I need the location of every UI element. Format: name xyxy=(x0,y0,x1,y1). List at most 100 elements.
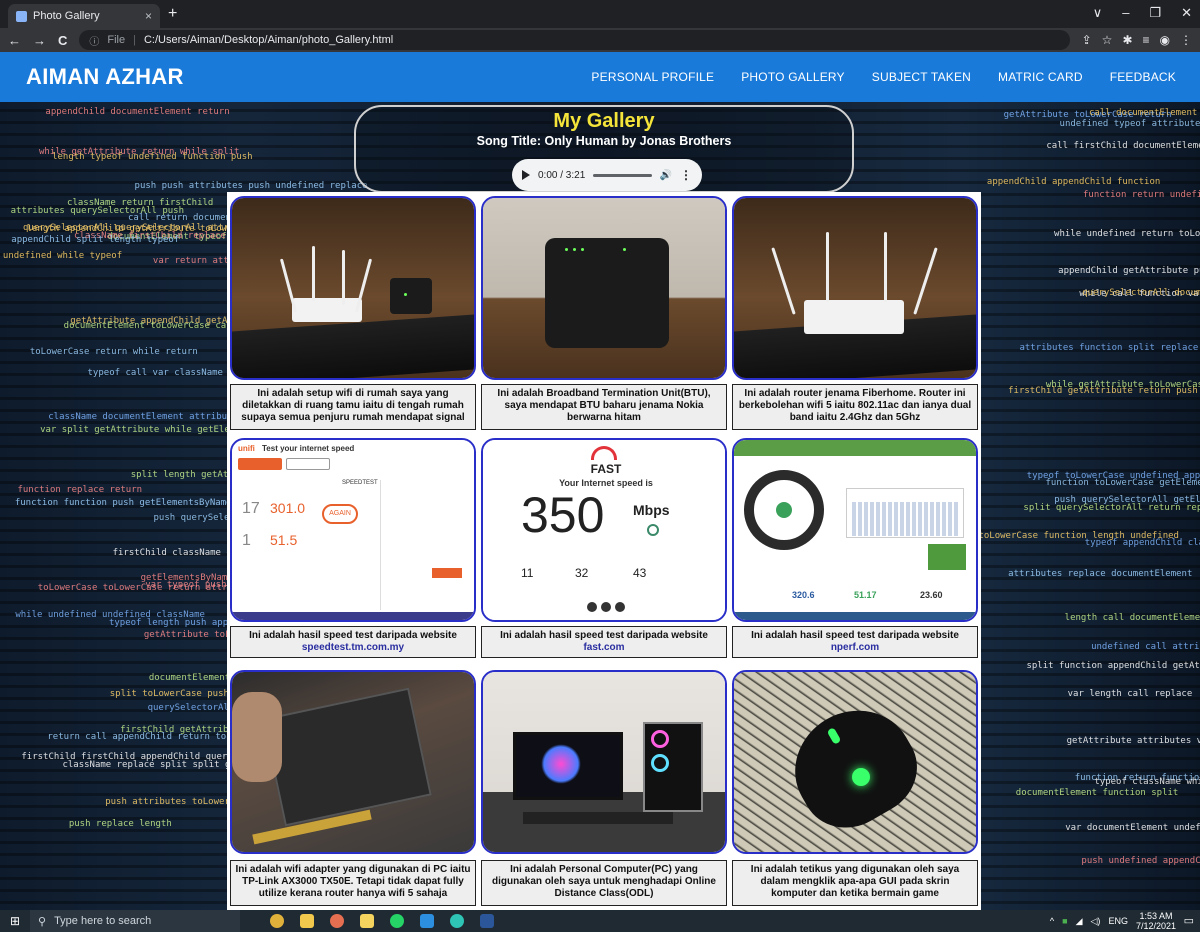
volume-tray-icon[interactable]: ◁) xyxy=(1091,916,1101,927)
photo-btu-box xyxy=(390,278,432,314)
photo-gallery: Ini adalah setup wifi di rumah saya yang… xyxy=(227,192,981,910)
caption-text: Ini adalah router jenama Fiberhome. Rout… xyxy=(738,388,972,423)
menu-icon[interactable]: ⋮ xyxy=(1180,33,1192,47)
photo-fast-speedtest[interactable]: FAST Your Internet speed is 350 Mbps 11 … xyxy=(481,438,727,622)
nperf-bars xyxy=(852,502,958,536)
code-background-line: function return undefined appendChild xyxy=(1083,189,1200,200)
fast-unit: Mbps xyxy=(633,502,670,518)
info-icon[interactable]: ⓘ xyxy=(89,33,99,48)
caption-wifi-setup: Ini adalah setup wifi di rumah saya yang… xyxy=(230,384,476,430)
caption-link[interactable]: fast.com xyxy=(486,642,722,654)
close-window-button[interactable]: ✕ xyxy=(1181,5,1192,21)
photo-btu-box xyxy=(545,238,669,348)
caption-tm-speedtest: Ini adalah hasil speed test daripada web… xyxy=(230,626,476,658)
photo-led xyxy=(573,248,576,251)
file-explorer-icon[interactable] xyxy=(300,914,314,928)
more-options-icon[interactable]: ⋮ xyxy=(680,168,692,182)
notification-icon[interactable]: ▭ xyxy=(1184,914,1194,927)
nperf-upload: 51.17 xyxy=(854,590,877,600)
facebook-icon xyxy=(601,602,611,612)
tray-chevron-icon[interactable]: ^ xyxy=(1050,916,1054,926)
caption-link[interactable]: speedtest.tm.com.my xyxy=(235,642,471,654)
restore-button[interactable]: ❐ xyxy=(1149,5,1161,21)
code-background-line: appendChild split length typeof xyxy=(11,234,180,245)
language-indicator[interactable]: ENG xyxy=(1108,916,1128,926)
code-background-line: className documentElement attributes xyxy=(48,412,244,423)
photo-tm-speedtest[interactable]: unifi Test your internet speed SPEEDTEST… xyxy=(230,438,476,622)
tab-close-icon[interactable]: × xyxy=(145,9,152,23)
bookmark-star-icon[interactable]: ☆ xyxy=(1102,33,1113,47)
fast-latency: 11 xyxy=(521,566,534,580)
code-background-line: documentElement function split xyxy=(1015,788,1179,799)
new-tab-button[interactable]: + xyxy=(168,5,177,23)
app-icon[interactable] xyxy=(360,914,374,928)
code-background-line: function replace return xyxy=(17,484,143,495)
reading-list-icon[interactable]: ≡ xyxy=(1143,33,1150,47)
audio-player[interactable]: 0:00 / 3:21 🔊 ⋮ xyxy=(512,159,702,191)
forward-button[interactable]: → xyxy=(33,33,46,48)
caption-text: Ini adalah wifi adapter yang digunakan d… xyxy=(235,864,471,899)
share-icon[interactable]: ⇪ xyxy=(1082,33,1092,47)
app-icon[interactable] xyxy=(450,914,464,928)
code-background-line: undefined call attributes xyxy=(1091,641,1200,652)
code-background-line: var documentElement undefined while toLo… xyxy=(1065,822,1200,833)
whatsapp-icon[interactable] xyxy=(390,914,404,928)
clock-time: 1:53 AM xyxy=(1139,911,1173,921)
code-background-line: split function appendChild getAttribute … xyxy=(1026,660,1200,671)
code-background-line: push push attributes push undefined repl… xyxy=(134,181,368,192)
photo-wallpaper xyxy=(541,744,581,784)
tm-button xyxy=(238,458,282,470)
browser-tab[interactable]: Photo Gallery × xyxy=(8,4,160,28)
chrome-icon[interactable] xyxy=(270,914,284,928)
word-icon[interactable] xyxy=(480,914,494,928)
tray-app-icon[interactable]: ■ xyxy=(1062,916,1067,926)
photo-btu[interactable] xyxy=(481,196,727,380)
nperf-header-bar xyxy=(734,440,976,456)
profile-icon[interactable]: ◉ xyxy=(1160,33,1170,47)
address-separator: | xyxy=(133,34,136,46)
windows-start-icon[interactable]: ⊞ xyxy=(0,914,30,928)
code-background-line: split toLowerCase push xyxy=(109,689,229,700)
tm-value: 17 xyxy=(242,500,260,517)
nav-subject-taken[interactable]: SUBJECT TAKEN xyxy=(872,70,971,84)
code-background-line: typeof toLowerCase undefined appendChild… xyxy=(1026,470,1200,481)
code-background-line: var length call replace xyxy=(1067,688,1193,699)
photo-gaming-mouse[interactable] xyxy=(732,670,978,854)
nperf-start-button xyxy=(928,544,966,570)
volume-icon[interactable]: 🔊 xyxy=(660,170,672,181)
tm-value: 301.0 xyxy=(270,500,306,516)
back-button[interactable]: ← xyxy=(8,33,21,48)
code-background-line: appendChild appendChild function xyxy=(986,176,1161,187)
vscode-icon[interactable] xyxy=(420,914,434,928)
photo-wifi-adapter[interactable] xyxy=(230,670,476,854)
photo-personal-computer[interactable] xyxy=(481,670,727,854)
site-brand[interactable]: AIMAN AZHAR xyxy=(26,64,184,90)
tm-footer-bar xyxy=(232,612,474,620)
tab-search-icon[interactable]: ∨ xyxy=(1093,5,1103,21)
tm-submit xyxy=(432,568,462,578)
caption-link[interactable]: nperf.com xyxy=(737,642,973,654)
browser-tabstrip: Photo Gallery × + ∨ – ❐ ✕ xyxy=(0,0,1200,28)
photo-led xyxy=(404,293,407,296)
taskbar-search[interactable]: ⚲ Type here to search xyxy=(30,910,240,932)
photo-nperf-speedtest[interactable]: 320.6 51.17 23.60 xyxy=(732,438,978,622)
app-icon[interactable] xyxy=(330,914,344,928)
play-icon[interactable] xyxy=(522,170,530,180)
audio-progress-bar[interactable] xyxy=(593,173,652,177)
nav-personal-profile[interactable]: PERSONAL PROFILE xyxy=(591,70,714,84)
photo-fiberhome-router[interactable] xyxy=(732,196,978,380)
photo-antenna xyxy=(312,246,315,301)
tm-value: 51.5 xyxy=(270,532,298,548)
nav-feedback[interactable]: FEEDBACK xyxy=(1110,70,1176,84)
nav-photo-gallery[interactable]: PHOTO GALLERY xyxy=(741,70,845,84)
code-background-line: undefined while typeof xyxy=(2,251,123,262)
nav-matric-card[interactable]: MATRIC CARD xyxy=(998,70,1083,84)
reload-button[interactable]: C xyxy=(58,33,67,48)
taskbar-clock[interactable]: 1:53 AM 7/12/2021 xyxy=(1136,911,1176,931)
tm-again-badge: AGAIN xyxy=(322,504,358,524)
address-bar[interactable]: ⓘ File | C:/Users/Aiman/Desktop/Aiman/ph… xyxy=(79,30,1070,50)
network-icon[interactable]: ◢ xyxy=(1076,916,1083,927)
extensions-icon[interactable]: ✱ xyxy=(1122,33,1132,47)
minimize-button[interactable]: – xyxy=(1122,5,1129,21)
photo-wifi-setup[interactable] xyxy=(230,196,476,380)
